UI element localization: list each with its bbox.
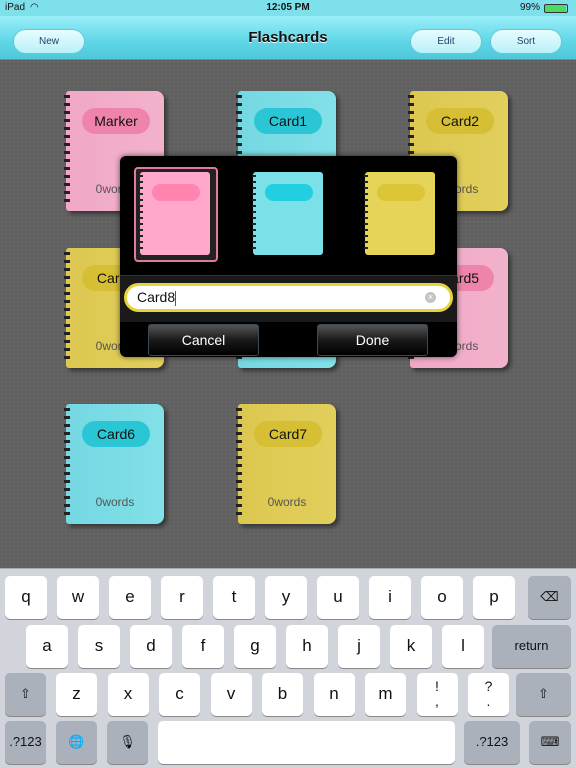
word-count: 0words	[95, 495, 135, 509]
deck-title: Card1	[254, 108, 322, 134]
globe-icon[interactable]: 🌐	[56, 721, 97, 764]
clock: 12:05 PM	[266, 2, 310, 13]
clear-text-icon[interactable]: ×	[425, 292, 436, 303]
key-u[interactable]: u	[317, 576, 359, 619]
shift-icon[interactable]: ⇧	[5, 673, 46, 716]
return-key[interactable]: return	[492, 625, 571, 668]
key-a[interactable]: a	[26, 625, 68, 668]
keyboard: q w e r t y u i o p ⌫ a s d f g h j k l return ⇧ z x c v b n m! ,? .…	[0, 568, 576, 768]
deck-title: Card6	[82, 421, 150, 447]
key-s[interactable]: s	[78, 625, 120, 668]
numbers-key[interactable]: .?123	[464, 721, 520, 764]
word-count: 0words	[267, 495, 307, 509]
key-z[interactable]: z	[56, 673, 97, 716]
key-b[interactable]: b	[262, 673, 303, 716]
color-option-cyan[interactable]	[252, 172, 323, 255]
key-v[interactable]: v	[210, 673, 252, 716]
backspace-icon[interactable]: ⌫	[528, 576, 571, 619]
flashcard-deck[interactable]: Card7 0words	[236, 404, 336, 524]
key-question-period[interactable]: ? .	[468, 673, 509, 716]
key-j[interactable]: j	[338, 625, 380, 668]
key-y[interactable]: y	[265, 576, 307, 619]
flashcard-deck[interactable]: Card6 0words	[64, 404, 164, 524]
card-name-value: Card8	[137, 289, 176, 305]
key-exclam-comma[interactable]: ! ,	[416, 673, 458, 716]
key-c[interactable]: c	[159, 673, 200, 716]
key-m[interactable]: m	[365, 673, 406, 716]
numbers-key[interactable]: .?123	[5, 721, 46, 764]
key-q[interactable]: q	[5, 576, 47, 619]
key-p[interactable]: p	[473, 576, 515, 619]
deck-title: Card7	[254, 421, 322, 447]
status-bar: iPad ◠ 12:05 PM 99%	[0, 0, 576, 16]
battery-icon	[544, 4, 568, 13]
deck-title: Card2	[426, 108, 494, 134]
microphone-icon[interactable]: 🎙	[107, 721, 148, 764]
hide-keyboard-icon[interactable]: ⌨	[529, 721, 571, 764]
key-n[interactable]: n	[313, 673, 355, 716]
key-d[interactable]: d	[130, 625, 172, 668]
key-f[interactable]: f	[182, 625, 224, 668]
new-card-dialog: Card8 × Cancel Done	[120, 156, 457, 357]
text-caret	[175, 290, 177, 306]
key-g[interactable]: g	[234, 625, 276, 668]
edit-button[interactable]: Edit	[410, 29, 482, 54]
shift-icon[interactable]: ⇧	[516, 673, 571, 716]
key-e[interactable]: e	[109, 576, 151, 619]
card-name-input[interactable]: Card8 ×	[124, 283, 453, 312]
done-button[interactable]: Done	[317, 324, 428, 356]
color-option-pink[interactable]	[139, 172, 210, 255]
key-l[interactable]: l	[442, 625, 484, 668]
sort-button[interactable]: Sort	[490, 29, 562, 54]
key-r[interactable]: r	[161, 576, 203, 619]
key-w[interactable]: w	[57, 576, 99, 619]
key-k[interactable]: k	[390, 625, 432, 668]
cancel-button[interactable]: Cancel	[148, 324, 259, 356]
deck-title: Marker	[82, 108, 150, 134]
key-x[interactable]: x	[107, 673, 149, 716]
battery-percent: 99%	[519, 2, 540, 13]
key-t[interactable]: t	[213, 576, 255, 619]
navigation-bar: New Flashcards Edit Sort	[0, 16, 576, 60]
key-o[interactable]: o	[421, 576, 463, 619]
key-i[interactable]: i	[369, 576, 411, 619]
key-h[interactable]: h	[286, 625, 328, 668]
color-option-yellow[interactable]	[364, 172, 435, 255]
space-bar[interactable]	[158, 721, 455, 764]
